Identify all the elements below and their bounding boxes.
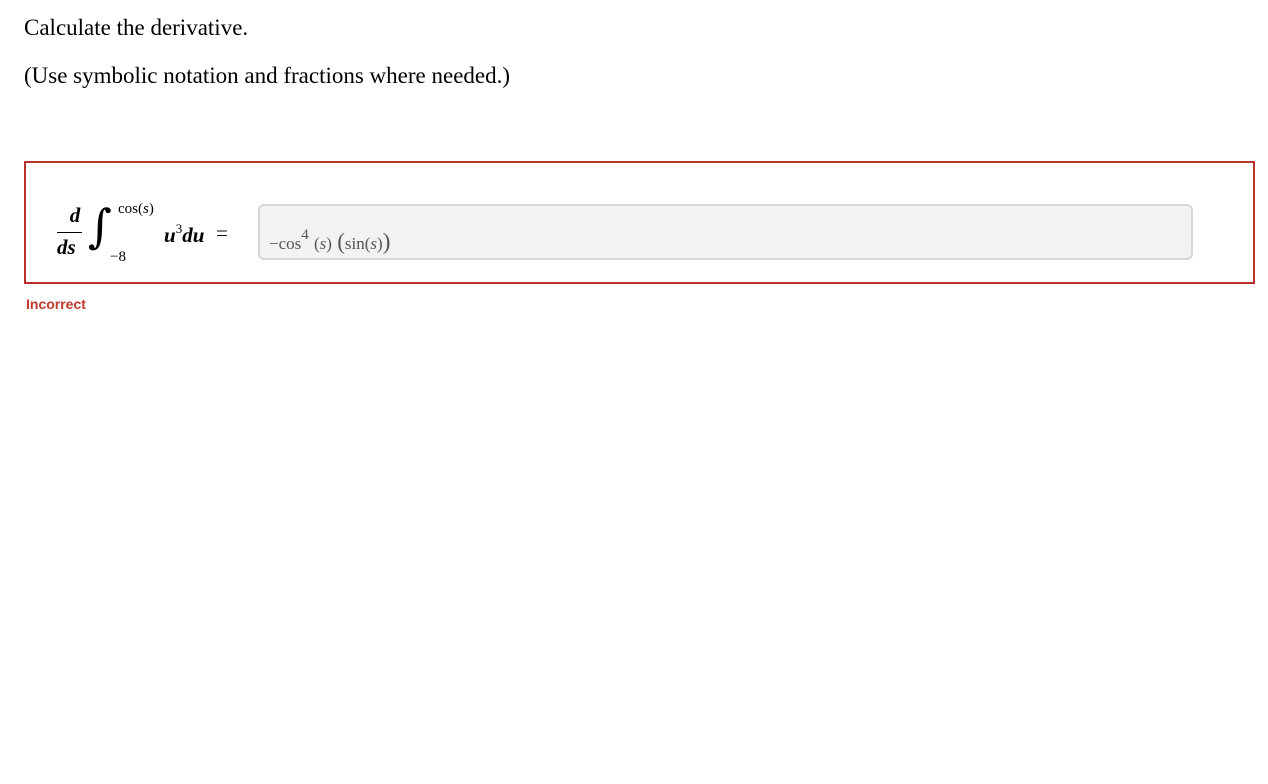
answer-exponent: 4 bbox=[301, 227, 309, 243]
equals-sign: = bbox=[216, 221, 228, 245]
upper-limit-func: cos bbox=[118, 201, 138, 217]
fraction-bar bbox=[57, 232, 82, 233]
integral-lower-limit: −8 bbox=[110, 249, 126, 265]
integrand: u3du bbox=[164, 221, 204, 248]
integrand-base: u bbox=[164, 223, 176, 247]
answer-box: d ds ∫ cos(s) −8 u3du = −cos4 (s) (sin(s… bbox=[24, 161, 1255, 284]
feedback-status: Incorrect bbox=[26, 296, 86, 312]
derivative-denominator: ds bbox=[57, 235, 76, 259]
derivative-numerator: d bbox=[69, 203, 81, 227]
answer-input[interactable]: −cos4 (s) (sin(s)) bbox=[258, 204, 1193, 260]
question-instructions: (Use symbolic notation and fractions whe… bbox=[24, 63, 511, 88]
question-title: Calculate the derivative. bbox=[24, 15, 249, 40]
integrand-differential: du bbox=[182, 223, 205, 247]
integral-sign: ∫ bbox=[88, 199, 112, 253]
integral-upper-limit: cos(s) bbox=[118, 201, 154, 217]
upper-limit-var: s bbox=[143, 201, 149, 217]
answer-neg-cos: −cos bbox=[269, 234, 302, 253]
answer-func2: sin bbox=[344, 234, 365, 253]
